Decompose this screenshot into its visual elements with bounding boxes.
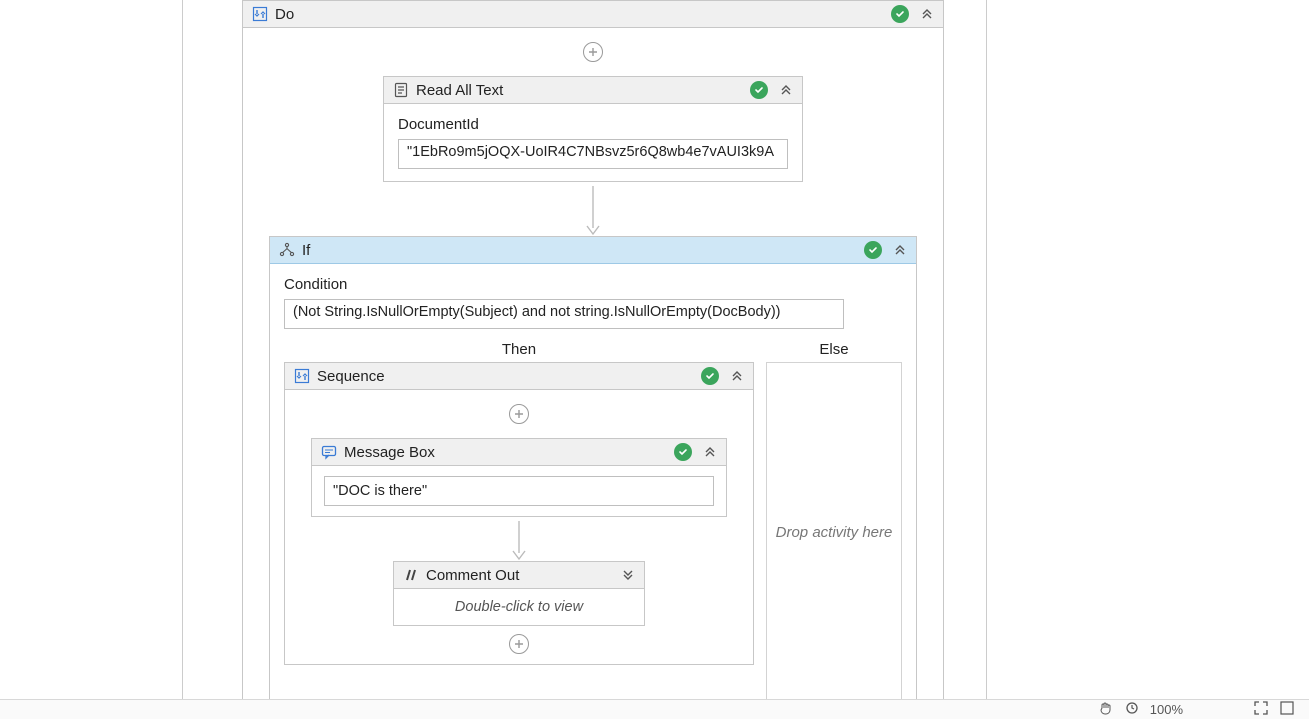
collapse-icon[interactable] xyxy=(702,444,718,460)
comment-hint[interactable]: Double-click to view xyxy=(394,589,644,625)
documentid-input[interactable]: "1EbRo9m5jOQX-UoIR4C7NBsvz5r6Q8wb4e7vAUI… xyxy=(398,139,788,169)
add-activity-button[interactable] xyxy=(509,404,529,424)
condition-label: Condition xyxy=(284,276,902,293)
sequence-header[interactable]: Sequence xyxy=(285,363,753,390)
reset-zoom-icon[interactable] xyxy=(1124,700,1140,719)
collapse-icon[interactable] xyxy=(729,368,745,384)
comment-header[interactable]: Comment Out xyxy=(394,562,644,589)
read-title: Read All Text xyxy=(416,82,503,99)
else-label: Else xyxy=(766,341,902,358)
panel-border-right xyxy=(986,0,987,700)
read-header[interactable]: Read All Text xyxy=(384,77,802,104)
sequence-icon xyxy=(251,5,269,23)
msgbox-text-input[interactable]: "DOC is there" xyxy=(324,476,714,506)
expand-icon[interactable] xyxy=(620,567,636,583)
collapse-icon[interactable] xyxy=(892,242,908,258)
comment-out-activity[interactable]: Comment Out xyxy=(393,561,645,626)
else-drop-zone[interactable]: Drop activity here xyxy=(766,362,902,702)
zoom-level[interactable]: 100% xyxy=(1150,702,1183,717)
add-activity-button[interactable] xyxy=(583,42,603,62)
status-bar: 100% xyxy=(0,699,1309,719)
workflow-canvas[interactable]: Do xyxy=(194,0,954,700)
sequence-icon xyxy=(293,367,311,385)
fit-screen-icon[interactable] xyxy=(1253,700,1269,719)
read-all-text-activity[interactable]: Read All Text Docum xyxy=(383,76,803,182)
branch-icon xyxy=(278,241,296,259)
comment-title: Comment Out xyxy=(426,567,519,584)
msgbox-header[interactable]: Message Box xyxy=(312,439,726,466)
validation-ok-icon xyxy=(750,81,768,99)
collapse-icon[interactable] xyxy=(919,6,935,22)
collapse-icon[interactable] xyxy=(778,82,794,98)
add-activity-button[interactable] xyxy=(509,634,529,654)
validation-ok-icon xyxy=(891,5,909,23)
else-placeholder: Drop activity here xyxy=(776,524,893,541)
panel-border-left xyxy=(182,0,183,700)
condition-input[interactable]: (Not String.IsNullOrEmpty(Subject) and n… xyxy=(284,299,844,329)
validation-ok-icon xyxy=(864,241,882,259)
connector-arrow xyxy=(507,521,531,561)
sequence-activity[interactable]: Sequence xyxy=(284,362,754,665)
message-box-activity[interactable]: Message Box xyxy=(311,438,727,517)
document-icon xyxy=(392,81,410,99)
validation-ok-icon xyxy=(701,367,719,385)
if-header[interactable]: If xyxy=(270,237,916,264)
msgbox-title: Message Box xyxy=(344,444,435,461)
message-icon xyxy=(320,443,338,461)
do-title: Do xyxy=(275,6,294,23)
overview-icon[interactable] xyxy=(1279,700,1295,719)
then-label: Then xyxy=(284,341,754,358)
comment-slash-icon xyxy=(402,566,420,584)
do-activity[interactable]: Do xyxy=(242,0,944,716)
documentid-label: DocumentId xyxy=(398,116,788,133)
pan-hand-icon[interactable] xyxy=(1098,700,1114,719)
if-title: If xyxy=(302,242,310,259)
do-header[interactable]: Do xyxy=(243,1,943,28)
validation-ok-icon xyxy=(674,443,692,461)
if-activity[interactable]: If Condition xyxy=(269,236,917,715)
connector-arrow xyxy=(581,186,605,236)
sequence-title: Sequence xyxy=(317,368,385,385)
